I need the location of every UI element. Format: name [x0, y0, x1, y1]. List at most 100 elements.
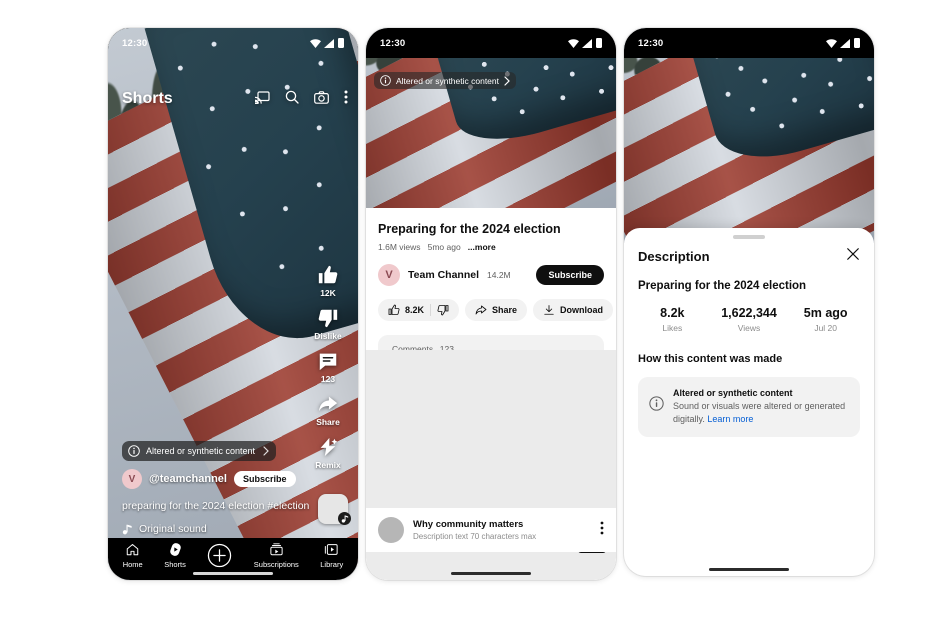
dislike-button[interactable]: Dislike [314, 307, 342, 341]
music-note-icon [122, 524, 132, 534]
phone-shorts: 12:30 Shorts 12K Dislike 123 Share Remix… [108, 28, 358, 580]
more-vertical-icon [600, 521, 604, 534]
plus-icon [208, 543, 232, 567]
nav-item-library[interactable]: Library [320, 542, 343, 569]
status-bar: 12:30 [366, 28, 616, 58]
shorts-icon [169, 542, 181, 556]
nav-label-subscriptions: Subscriptions [253, 559, 299, 569]
comment-icon [319, 353, 337, 371]
battery-icon [596, 38, 602, 48]
channel-name[interactable]: Team Channel [408, 269, 479, 281]
share-chip[interactable]: Share [465, 298, 528, 321]
more-link[interactable]: ...more [468, 242, 496, 252]
close-button[interactable] [846, 247, 860, 266]
stat-views: 1,622,344 Views [711, 306, 788, 333]
shorts-caption[interactable]: preparing for the 2024 election #electio… [122, 500, 309, 512]
wifi-icon [568, 38, 579, 48]
stat-published-label: Jul 20 [814, 322, 838, 333]
nav-item-shorts[interactable]: Shorts [164, 542, 186, 569]
remix-icon [320, 437, 338, 457]
phone-description-screen: 12:30 Description Preparing for the 2024… [624, 28, 874, 576]
info-icon [649, 395, 664, 411]
action-chips-row: 8.2K Share Download [366, 286, 616, 321]
info-icon [380, 75, 391, 86]
subscriptions-icon [270, 542, 283, 555]
phone-watch-screen: 12:30 Altered or synthetic content Prepa… [366, 28, 616, 580]
nav-item-home[interactable]: Home [123, 542, 143, 569]
thumbs-down-icon[interactable] [437, 304, 449, 316]
more-vertical-icon[interactable] [344, 90, 348, 104]
thumbs-up-icon [318, 265, 338, 284]
home-icon [126, 543, 139, 555]
status-bar: 12:30 [624, 28, 874, 58]
thumbs-down-icon [318, 309, 338, 328]
nav-label-home: Home [122, 559, 143, 569]
download-chip[interactable]: Download [533, 298, 614, 321]
battery-icon [854, 38, 860, 48]
synthetic-content-text: Altered or synthetic content Sound or vi… [673, 388, 849, 426]
sound-thumbnail[interactable] [318, 494, 351, 525]
synthetic-content-disclosure[interactable]: Altered or synthetic content [122, 441, 277, 461]
subscribe-button[interactable]: Subscribe [233, 471, 296, 487]
status-bar-icons [568, 38, 602, 48]
like-button[interactable]: 12K [317, 264, 339, 298]
avatar: V [378, 264, 400, 286]
comments-button[interactable]: 123 [317, 350, 339, 384]
synthetic-content-title: Altered or synthetic content [673, 387, 793, 398]
video-player[interactable] [624, 28, 874, 243]
status-bar-time: 12:30 [638, 37, 664, 49]
nav-item-create[interactable] [207, 543, 232, 568]
video-meta[interactable]: 1.6M views 5mo ago ...more [366, 237, 616, 252]
video-stats-row: 8.2k Likes 1,622,344 Views 5m ago Jul 20 [624, 292, 874, 333]
cast-icon[interactable] [255, 90, 270, 104]
like-count: 8.2K [405, 304, 425, 315]
avatar: V [122, 469, 142, 489]
suggested-video-title: Why community matters [413, 519, 524, 530]
suggested-videos-area: 10:00 Why community matters Description … [366, 350, 616, 580]
shorts-sound-row[interactable]: Original sound [122, 523, 207, 535]
search-icon[interactable] [285, 90, 299, 104]
stat-views-value: 1,622,344 [721, 305, 777, 320]
publish-date: 5mo ago [427, 242, 461, 252]
chip-divider [430, 303, 432, 316]
share-icon [475, 305, 487, 314]
phone-watch-page: 12:30 Altered or synthetic content Prepa… [366, 28, 616, 580]
suggested-video-card[interactable]: Why community matters Description text 7… [366, 508, 616, 552]
flag-artwork-description [624, 28, 874, 243]
screenshot-canvas: 12:30 Shorts 12K Dislike 123 Share Remix… [0, 0, 930, 620]
like-dislike-chip[interactable]: 8.2K [378, 298, 460, 321]
status-bar-time: 12:30 [380, 37, 406, 49]
remix-label: Remix [315, 460, 341, 470]
share-icon [318, 396, 338, 412]
camera-icon[interactable] [314, 90, 329, 104]
stat-views-label: Views [737, 322, 761, 333]
subscriber-count: 14.2M [487, 270, 511, 280]
view-count: 1.6M views [378, 242, 421, 252]
info-icon [128, 445, 140, 457]
signal-icon [840, 38, 850, 48]
comment-count: 123 [320, 374, 336, 384]
share-button[interactable]: Share [316, 393, 340, 427]
wifi-icon [310, 38, 321, 48]
phone-description-sheet: 12:30 Description Preparing for the 2024… [624, 28, 874, 576]
video-title: Preparing for the 2024 election [638, 279, 807, 292]
remix-button[interactable]: Remix [315, 436, 341, 470]
status-bar: 12:30 [108, 28, 358, 58]
battery-icon [338, 38, 344, 48]
video-menu-button[interactable] [600, 521, 604, 540]
status-bar-time: 12:30 [122, 37, 148, 49]
synthetic-content-disclosure[interactable]: Altered or synthetic content [374, 72, 517, 89]
shorts-top-icons [255, 90, 348, 104]
nav-item-subscriptions[interactable]: Subscriptions [254, 542, 299, 569]
subscribe-button[interactable]: Subscribe [536, 265, 604, 285]
stat-likes-value: 8.2k [660, 305, 685, 320]
learn-more-link[interactable]: Learn more [707, 414, 753, 424]
video-title[interactable]: Preparing for the 2024 election [366, 208, 616, 237]
channel-handle[interactable]: @teamchannel [149, 473, 227, 485]
synthetic-content-body: Sound or visuals were altered or generat… [673, 400, 849, 426]
synthetic-content-description: Sound or visuals were altered or generat… [673, 400, 846, 424]
download-icon [544, 304, 554, 315]
phone-shorts-screen: 12:30 Shorts 12K Dislike 123 Share Remix… [108, 28, 358, 580]
share-label: Share [316, 417, 340, 427]
stat-likes: 8.2k Likes [634, 306, 711, 333]
